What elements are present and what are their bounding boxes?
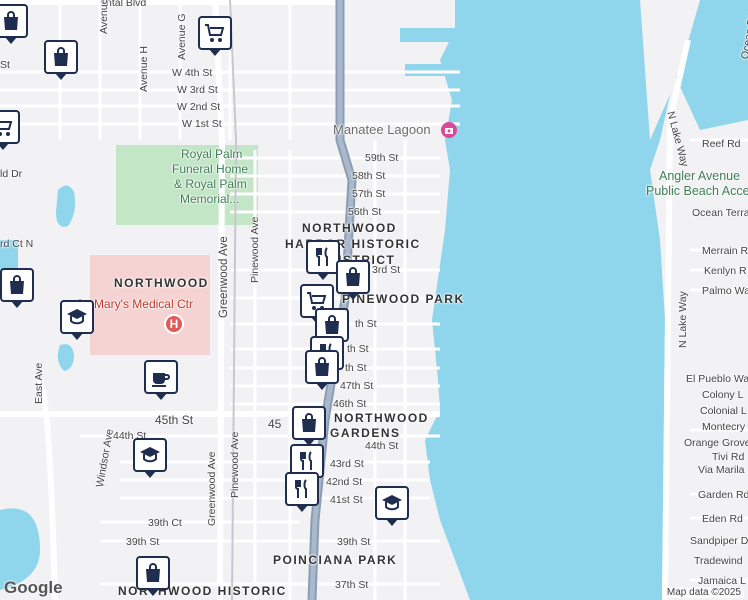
street-label: 42nd St	[326, 476, 363, 488]
street-label: Colonial L	[700, 405, 747, 417]
street-label: Avenue H	[138, 46, 150, 92]
street-label: Montecry	[702, 421, 746, 433]
neighborhood-label: POINCIANA PARK	[273, 553, 398, 567]
map-attribution[interactable]: Map data ©2025	[663, 587, 744, 598]
tourist-attraction-icon[interactable]	[441, 122, 457, 138]
school-icon[interactable]	[133, 438, 167, 478]
street-label: Greenwood Ave	[206, 451, 218, 526]
street-label: East Ave	[33, 362, 45, 404]
street-label: ntal Blvd	[106, 0, 147, 9]
street-label: Palmo Wa	[702, 285, 748, 297]
poi-label-funeral: Royal Palm	[181, 147, 243, 161]
bag-icon[interactable]	[136, 556, 170, 596]
street-label: 45th St	[155, 413, 194, 427]
street-label: Colony L	[702, 389, 744, 401]
school-icon[interactable]	[375, 486, 409, 526]
neighborhood-label: GARDENS	[330, 426, 401, 440]
street-label: N Lake Way	[677, 291, 689, 348]
street-label: 44th St	[365, 440, 399, 452]
street-label: Garden Rd	[698, 489, 748, 501]
street-label: th St	[347, 343, 369, 355]
coffee-icon[interactable]	[144, 360, 178, 400]
poi-label-manatee-lagoon[interactable]: Manatee Lagoon	[333, 123, 431, 136]
street-label: 41st St	[330, 494, 363, 506]
neighborhood-label: NORTHWOOD	[302, 221, 397, 235]
street-label: W 1st St	[182, 118, 222, 130]
street-label: Kenlyn R	[704, 265, 747, 277]
utensils-icon[interactable]	[306, 240, 340, 280]
street-label: 56th St	[348, 206, 382, 218]
street-label: Reef Rd	[702, 138, 741, 150]
poi-label-funeral: Funeral Home	[172, 162, 249, 176]
street-label: W 3rd St	[177, 84, 218, 96]
school-icon[interactable]	[60, 300, 94, 340]
bag-icon[interactable]	[44, 40, 78, 80]
street-label: Avenue G	[176, 13, 188, 60]
poi-label-beach: Angler Avenue	[659, 169, 741, 183]
street-label: 46th St	[333, 398, 367, 410]
street-label: Tradewind	[694, 555, 743, 567]
poi-label-funeral: Memorial...	[180, 192, 240, 206]
street-label: Sandpiper D	[690, 535, 748, 547]
utensils-icon[interactable]	[285, 472, 319, 512]
street-label: 45	[268, 417, 282, 431]
poi-label-funeral: & Royal Palm	[174, 177, 247, 191]
street-label: 57th St	[352, 188, 386, 200]
street-label: W 4th St	[172, 67, 213, 79]
street-label: St	[0, 59, 10, 71]
street-label: Jamaica L	[698, 575, 746, 587]
neighborhood-label: NORTHWOOD	[334, 411, 429, 425]
poi-label-beach: Public Beach Access	[646, 184, 748, 198]
cart-icon[interactable]	[198, 16, 232, 56]
street-label: Greenwood Ave	[218, 236, 230, 318]
bag-icon[interactable]	[0, 4, 28, 44]
bag-icon[interactable]	[336, 260, 370, 300]
street-label: Via Marila	[698, 464, 745, 476]
street-label: W 2nd St	[177, 101, 221, 113]
bag-icon[interactable]	[305, 350, 339, 390]
street-label: th St	[355, 318, 377, 330]
street-label: 59th St	[365, 152, 399, 164]
street-label: th St	[345, 362, 367, 374]
street-label: ld Dr	[0, 168, 23, 180]
street-label: Avenue J	[98, 0, 110, 34]
street-label: Orange Grove	[684, 437, 748, 449]
street-label: Merrain R	[702, 245, 748, 257]
cart-icon[interactable]	[0, 110, 20, 150]
bag-icon[interactable]	[292, 406, 326, 446]
street-label: 37th St	[335, 579, 369, 591]
neighborhood-label: PINEWOOD PARK	[342, 292, 465, 306]
street-label: 43rd St	[330, 458, 364, 470]
street-label: 58th St	[352, 170, 386, 182]
street-label: 47th St	[340, 380, 374, 392]
hospital-icon[interactable]: H	[164, 314, 184, 334]
street-label: Pinewood Ave	[229, 431, 241, 498]
street-label: rd Ct N	[0, 238, 34, 250]
street-label: El Pueblo Wa	[686, 373, 748, 385]
bag-icon[interactable]	[0, 268, 34, 308]
street-label: 39th St	[126, 536, 160, 548]
street-label: Tivi Rd	[712, 451, 745, 463]
neighborhood-label: NORTHWOOD	[114, 276, 209, 290]
street-label: 39th Ct	[148, 517, 182, 529]
street-label: Eden Rd	[702, 513, 743, 525]
street-label: Ocean Terra	[692, 207, 748, 219]
street-label: Pinewood Ave	[249, 216, 261, 283]
google-logo[interactable]: Google	[4, 578, 63, 598]
street-label: 39th St	[337, 536, 371, 548]
